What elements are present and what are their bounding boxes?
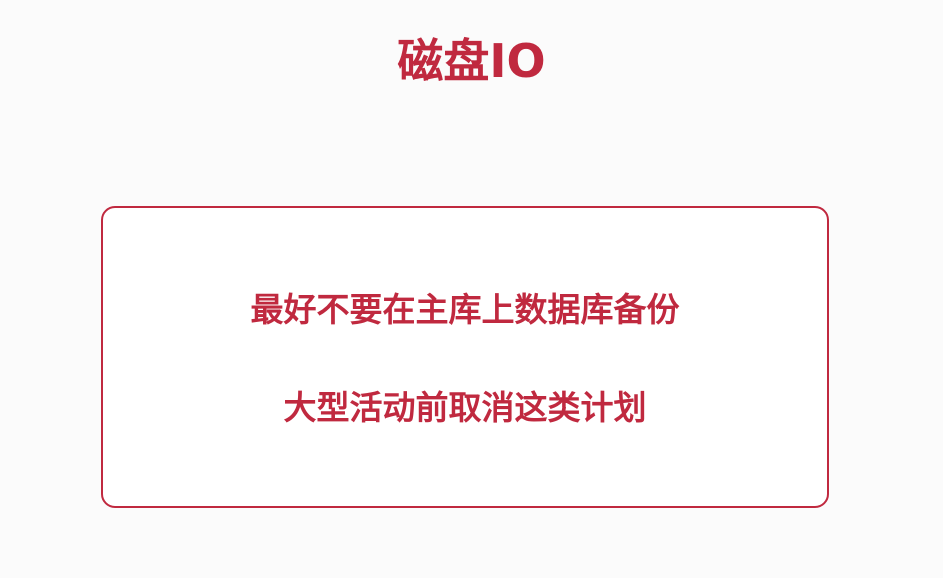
page-title: 磁盘IO bbox=[397, 34, 546, 88]
content-box: 最好不要在主库上数据库备份 大型活动前取消这类计划 bbox=[101, 206, 829, 508]
content-line-cancel-plan: 大型活动前取消这类计划 bbox=[283, 388, 647, 427]
content-line-backup: 最好不要在主库上数据库备份 bbox=[250, 290, 680, 329]
